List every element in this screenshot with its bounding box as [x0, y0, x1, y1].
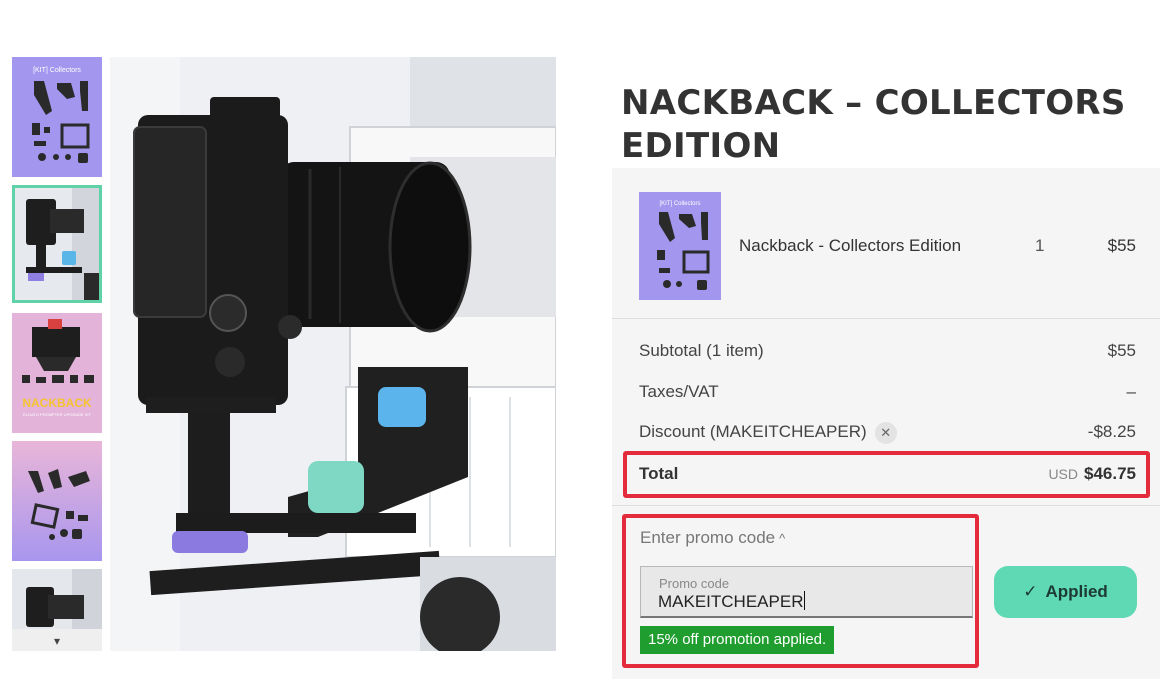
chevron-down-icon[interactable]: ▾	[45, 633, 69, 649]
discount-row: Discount (MAKEITCHEAPER) ✕ -$8.25	[639, 422, 1136, 446]
line-item-price: $55	[1107, 236, 1136, 255]
camera-rig-photo	[110, 57, 556, 651]
kit-parts-image: [KIT] Collectors	[12, 57, 102, 177]
subtotal-row: Subtotal (1 item) $55	[639, 341, 1136, 365]
thumbnail-strip: [KIT] Collectors NACKBACK ELGATO PROMPTE…	[12, 57, 102, 651]
taxes-label: Taxes/VAT	[639, 382, 719, 401]
line-item-quantity: 1	[1035, 236, 1045, 255]
thumbnail-parts[interactable]	[12, 441, 102, 561]
apply-button-label: Applied	[1045, 582, 1108, 601]
promo-highlight-box	[622, 514, 979, 668]
parts-layout-image	[12, 441, 102, 561]
subtotal-label: Subtotal (1 item)	[639, 341, 764, 360]
thumbnail-kit[interactable]: [KIT] Collectors	[12, 57, 102, 177]
check-icon: ✓	[1023, 582, 1038, 601]
line-item: [KIT] Collectors Nackback - Collectors E…	[612, 168, 1160, 319]
main-product-image	[110, 57, 556, 651]
line-item-name: Nackback - Collectors Edition	[739, 236, 962, 255]
discount-label-group: Discount (MAKEITCHEAPER) ✕	[639, 422, 897, 444]
line-item-image-caption: [KIT] Collectors	[659, 201, 700, 207]
camera-rig-image	[12, 185, 102, 303]
thumb-caption-nackback-sub: ELGATO PROMPTER UPGRADE KIT	[23, 412, 91, 417]
nackback-promo-image: NACKBACK ELGATO PROMPTER UPGRADE KIT	[12, 313, 102, 433]
thumbnail-camera-closeup[interactable]: ▾	[12, 569, 102, 651]
taxes-row: Taxes/VAT –	[639, 382, 1136, 406]
discount-label: Discount (MAKEITCHEAPER)	[639, 422, 867, 441]
thumb-caption-kit: [KIT] Collectors	[33, 67, 81, 74]
subtotal-value: $55	[1107, 341, 1136, 360]
total-highlight-box	[623, 451, 1150, 498]
line-item-thumbnail: [KIT] Collectors	[639, 192, 721, 300]
line-item-image: [KIT] Collectors	[639, 192, 721, 300]
thumb-caption-nackback: NACKBACK	[22, 396, 92, 410]
remove-discount-icon[interactable]: ✕	[874, 422, 897, 444]
thumbnail-nackback-promo[interactable]: NACKBACK ELGATO PROMPTER UPGRADE KIT	[12, 313, 102, 433]
discount-value: -$8.25	[1087, 422, 1136, 441]
apply-promo-button[interactable]: ✓ Applied	[994, 566, 1137, 618]
summary-divider	[612, 505, 1160, 506]
product-page: [KIT] Collectors NACKBACK ELGATO PROMPTE…	[0, 0, 1160, 679]
thumbnail-camera-selected[interactable]	[12, 185, 102, 303]
product-title: NACKBACK – COLLECTORS EDITION	[621, 83, 1126, 166]
taxes-value: –	[1126, 382, 1136, 401]
